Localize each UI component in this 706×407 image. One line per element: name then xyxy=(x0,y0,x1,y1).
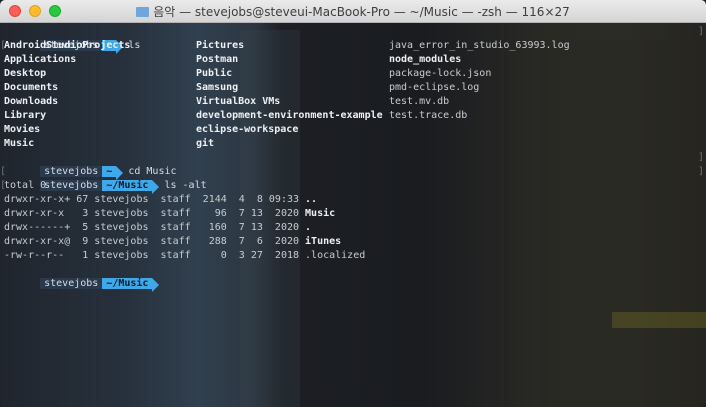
ls-entry: AndroidStudioProjects xyxy=(4,40,131,51)
prompt-line: [stevejobs ~/Music ls -alt xyxy=(0,165,207,191)
ls-entry: Music xyxy=(4,138,35,149)
ls-entry: VirtualBox VMs xyxy=(196,96,281,107)
prompt-dir: ~/Music xyxy=(102,278,153,289)
ls-entry: pmd-eclipse.log xyxy=(389,82,480,93)
prompt-user: stevejobs xyxy=(40,278,103,289)
ls-entry: Samsung xyxy=(196,82,239,93)
window-title: 음악 — stevejobs@steveui-MacBook-Pro — ~/M… xyxy=(0,3,706,20)
ls-entry: Public xyxy=(196,68,233,79)
listing-row: drwxr-xr-x+ 67 stevejobs staff 2144 4 8 … xyxy=(4,193,365,207)
title-bar[interactable]: 음악 — stevejobs@steveui-MacBook-Pro — ~/M… xyxy=(0,0,706,23)
ls-entry: Pictures xyxy=(196,40,245,51)
ls-entry: Downloads xyxy=(4,96,59,107)
ls-entry: node_modules xyxy=(389,54,462,65)
terminal-window: 음악 — stevejobs@steveui-MacBook-Pro — ~/M… xyxy=(0,0,706,407)
listing-row: drwx------+ 5 stevejobs staff 160 7 13 2… xyxy=(4,221,365,235)
ls-entry: Applications xyxy=(4,54,77,65)
listing-row: drwxr-xr-x 3 stevejobs staff 96 7 13 202… xyxy=(4,207,365,221)
prompt-user: stevejobs xyxy=(40,180,103,191)
command-text: ls -alt xyxy=(164,180,207,191)
total-line: total 0 xyxy=(4,180,47,191)
ls-entry: development-environment-example xyxy=(196,110,383,121)
ls-entry: test.trace.db xyxy=(389,110,468,121)
ls-column-2: Pictures Postman Public Samsung VirtualBox V… xyxy=(196,39,383,151)
ls-entry: Postman xyxy=(196,54,239,65)
prompt-line: [stevejobs ~ cd Music xyxy=(0,151,177,177)
prompt-dir: ~/Music xyxy=(102,180,153,191)
ls-entry: package-lock.json xyxy=(389,68,492,79)
prompt-line-current: stevejobs ~/Music xyxy=(4,263,153,289)
terminal-content[interactable]: [stevejobs ~ ls AndroidStudioProjects Appli… xyxy=(0,23,706,407)
window-title-text: 음악 — stevejobs@steveui-MacBook-Pro — ~/M… xyxy=(153,5,570,19)
ls-entry: Library xyxy=(4,110,47,121)
ls-entry: Desktop xyxy=(4,68,47,79)
ls-entry: eclipse-workspace xyxy=(196,124,299,135)
listing-row: -rw-r--r-- 1 stevejobs staff 0 3 27 2018… xyxy=(4,249,365,263)
ls-entry: java_error_in_studio_63993.log xyxy=(389,40,570,51)
listing-meta: -rw-r--r-- 1 stevejobs staff 0 3 27 2018 xyxy=(4,250,306,261)
ls-entry: git xyxy=(196,138,215,149)
ls-entry: Movies xyxy=(4,124,41,135)
ls-alt-listing: drwxr-xr-x+ 67 stevejobs staff 2144 4 8 … xyxy=(4,193,365,263)
right-bracket: ] xyxy=(697,26,704,37)
listing-name: iTunes xyxy=(305,236,342,247)
listing-meta: drwxr-xr-x 3 stevejobs staff 96 7 13 202… xyxy=(4,208,306,219)
right-bracket: ] xyxy=(697,152,704,163)
listing-meta: drwxr-xr-x@ 9 stevejobs staff 288 7 6 20… xyxy=(4,236,306,247)
folder-icon xyxy=(136,7,150,17)
listing-name: . xyxy=(305,222,312,233)
listing-meta: drwxr-xr-x+ 67 stevejobs staff 2144 4 8 … xyxy=(4,194,306,205)
listing-name: Music xyxy=(305,208,336,219)
ls-entry: Documents xyxy=(4,82,59,93)
listing-row: drwxr-xr-x@ 9 stevejobs staff 288 7 6 20… xyxy=(4,235,365,249)
ls-column-1: AndroidStudioProjects Applications Desktop… xyxy=(4,39,130,151)
listing-meta: drwx------+ 5 stevejobs staff 160 7 13 2… xyxy=(4,222,306,233)
listing-name: .. xyxy=(305,194,318,205)
ls-entry: test.mv.db xyxy=(389,96,450,107)
ls-column-3: java_error_in_studio_63993.log node_modul… xyxy=(389,39,570,123)
listing-name: .localized xyxy=(305,250,366,261)
prompt-line: [stevejobs ~ ls xyxy=(0,25,140,51)
right-bracket: ] xyxy=(697,166,704,177)
